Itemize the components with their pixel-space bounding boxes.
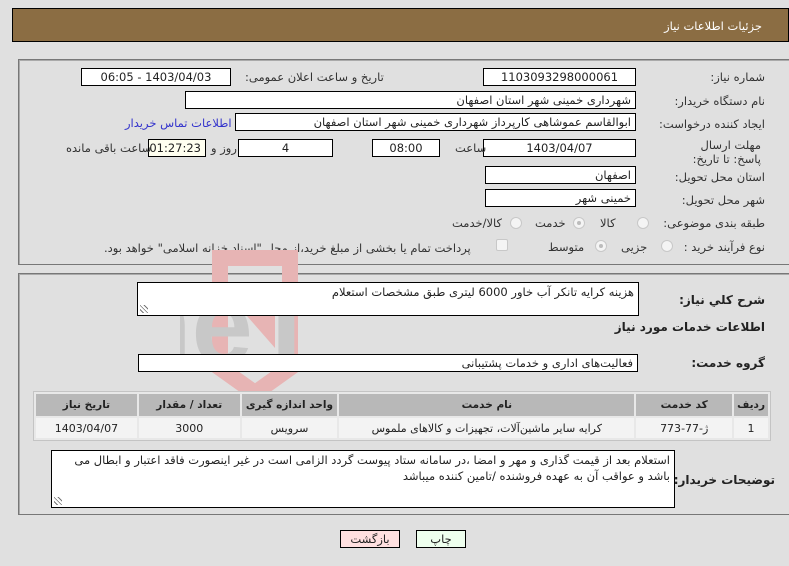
col-name: نام خدمت (339, 394, 635, 416)
process-minor-label: جزیی (621, 240, 648, 254)
cell-date: 1403/04/07 (36, 418, 137, 438)
services-table: ردیف کد خدمت نام خدمت واحد اندازه گیری ت… (33, 391, 771, 441)
page-title: جزئيات اطلاعات نياز (664, 19, 762, 33)
buyer-notes-textarea[interactable]: استعلام بعد از قیمت گذاری و مهر و امضا ،… (51, 450, 675, 508)
process-label: نوع فرآیند خرید : (683, 240, 765, 254)
table-header-row: ردیف کد خدمت نام خدمت واحد اندازه گیری ت… (36, 394, 768, 416)
process-medium-label: متوسط (548, 240, 585, 254)
deadline-date-field[interactable]: 1403/04/07 (483, 139, 636, 157)
province-label: استان محل تحویل: (674, 170, 765, 184)
description-text: هزینه کرایه تانکر آب خاور 6000 لیتری طبق… (331, 285, 634, 299)
buyer-notes-text: استعلام بعد از قیمت گذاری و مهر و امضا ،… (74, 453, 670, 483)
category-label: طبقه بندی موضوعی: (663, 216, 765, 230)
service-group-label: گروه خدمت: (691, 356, 765, 370)
remaining-label: ساعت باقی مانده (66, 141, 152, 155)
service-group-field[interactable]: فعالیت‌های اداری و خدمات پشتیبانی (138, 354, 638, 372)
remaining-time-field[interactable]: 01:27:23 (148, 139, 206, 157)
services-section-title: اطلاعات خدمات مورد نیاز (614, 320, 765, 334)
treasury-note: پرداخت تمام یا بخشی از مبلغ خرید،از محل … (104, 241, 471, 255)
col-qty: تعداد / مقدار (138, 394, 240, 416)
col-row: ردیف (734, 394, 768, 416)
col-code: کد خدمت (636, 394, 733, 416)
description-textarea[interactable]: هزینه کرایه تانکر آب خاور 6000 لیتری طبق… (137, 282, 639, 316)
deadline-time-field[interactable]: 08:00 (372, 139, 440, 157)
buyer-notes-label: توضیحات خریدار: (673, 473, 775, 487)
back-button[interactable]: بازگشت (340, 530, 400, 548)
col-unit: واحد اندازه گیری (241, 394, 338, 416)
category-service-label: خدمت (535, 216, 566, 230)
need-info-panel (18, 59, 789, 265)
time-label: ساعت (455, 141, 487, 155)
need-number-field[interactable]: 1103093298000061 (483, 68, 636, 86)
category-goods-label: کالا (600, 216, 616, 230)
city-label: شهر محل تحویل: (681, 193, 765, 207)
category-goods-service-label: کالا/خدمت (452, 216, 503, 230)
deadline-label: مهلت ارسال پاسخ: تا تاریخ: (692, 138, 761, 166)
process-minor-radio[interactable] (661, 240, 673, 252)
requester-field[interactable]: ابوالقاسم عموشاهی کارپرداز شهرداری خمینی… (235, 113, 636, 131)
days-remaining-field[interactable]: 4 (238, 139, 333, 157)
category-service-radio[interactable] (573, 217, 585, 229)
page-header: جزئيات اطلاعات نياز (12, 8, 789, 42)
city-field[interactable]: خمینی شهر (485, 189, 636, 207)
description-label: شرح کلي نياز: (679, 293, 765, 307)
category-goods-service-radio[interactable] (510, 217, 522, 229)
resize-handle-icon[interactable] (54, 497, 62, 505)
resize-handle-icon[interactable] (140, 305, 148, 313)
province-field[interactable]: اصفهان (485, 166, 636, 184)
cell-row: 1 (734, 418, 768, 438)
buyer-org-label: نام دستگاه خریدار: (674, 94, 765, 108)
announce-datetime-field[interactable]: 1403/04/03 - 06:05 (81, 68, 231, 86)
cell-code: ژ-77-773 (636, 418, 733, 438)
cell-qty: 3000 (138, 418, 240, 438)
cell-name: کرایه سایر ماشین‌آلات، تجهیزات و کالاهای… (339, 418, 635, 438)
process-medium-radio[interactable] (595, 240, 607, 252)
col-date: تاریخ نیاز (36, 394, 137, 416)
buyer-org-field[interactable]: شهرداری خمینی شهر استان اصفهان (185, 91, 636, 109)
days-label: روز و (211, 141, 237, 155)
buyer-contact-link[interactable]: اطلاعات تماس خریدار (125, 116, 232, 130)
need-number-label: شماره نیاز: (710, 70, 765, 84)
treasury-checkbox[interactable] (496, 239, 508, 251)
table-row: 1 ژ-77-773 کرایه سایر ماشین‌آلات، تجهیزا… (36, 418, 768, 438)
requester-label: ایجاد کننده درخواست: (659, 117, 765, 131)
announce-label: تاریخ و ساعت اعلان عمومی: (245, 70, 384, 84)
print-button[interactable]: چاپ (416, 530, 466, 548)
category-goods-radio[interactable] (637, 217, 649, 229)
cell-unit: سرویس (241, 418, 338, 438)
